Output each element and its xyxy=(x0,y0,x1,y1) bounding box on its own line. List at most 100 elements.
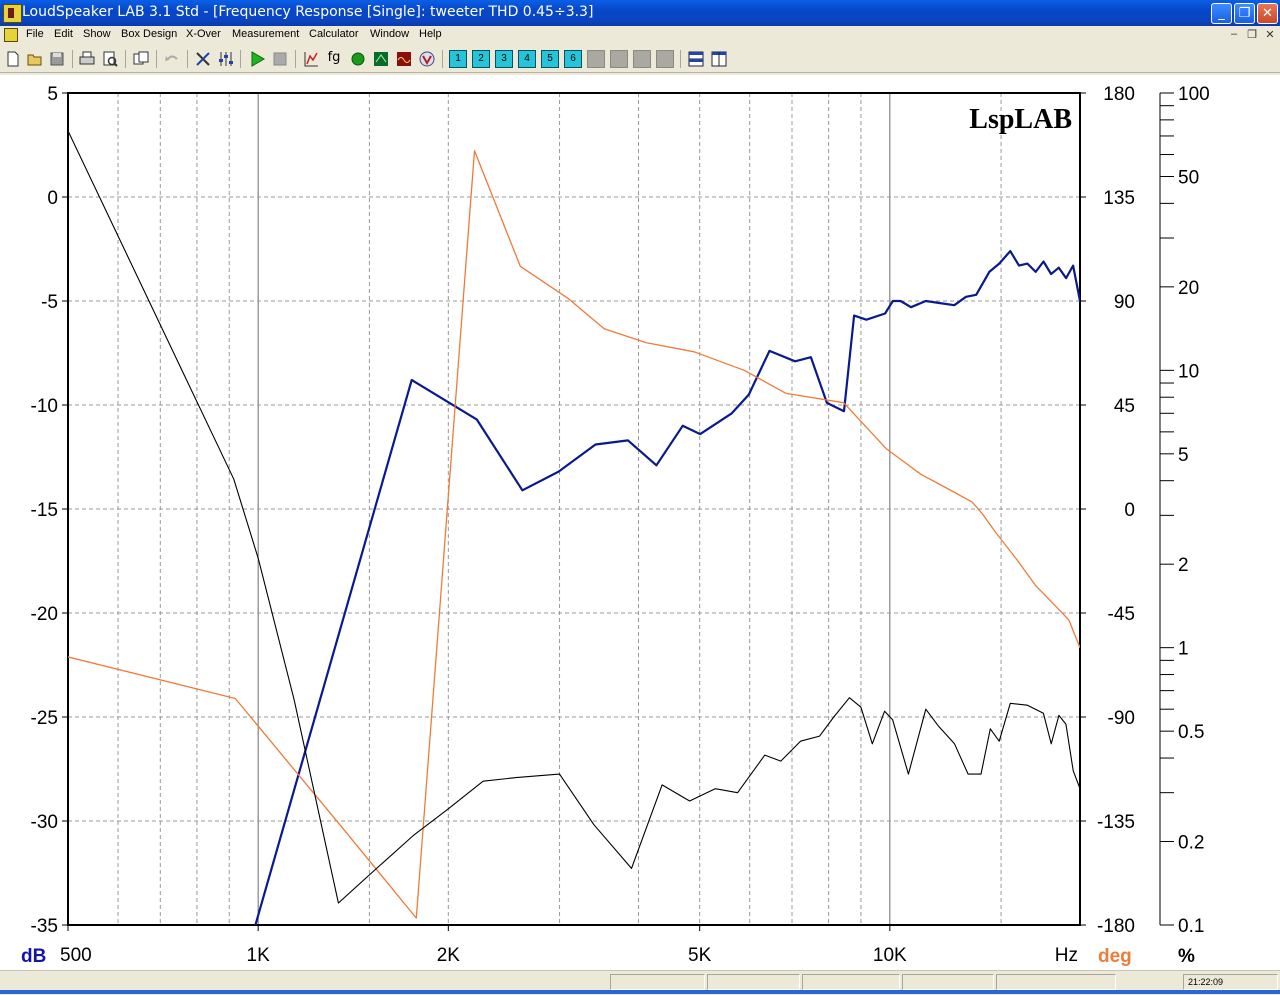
mdi-minimize-button[interactable]: – xyxy=(1226,28,1242,40)
db-tick-label: -35 xyxy=(31,916,58,937)
scope-icon[interactable] xyxy=(372,50,390,68)
toolbar-separator xyxy=(72,50,73,68)
menu-window[interactable]: Window xyxy=(370,28,409,40)
menu-box-design[interactable]: Box Design xyxy=(121,28,177,40)
deg-unit-label: deg xyxy=(1098,946,1132,967)
window-title: LoudSpeaker LAB 3.1 Std - [Frequency Res… xyxy=(22,4,594,20)
spectrum-icon[interactable] xyxy=(395,50,413,68)
menu-x-over[interactable]: X-Over xyxy=(186,28,221,40)
window-border xyxy=(0,990,1280,994)
restore-button[interactable]: ❐ xyxy=(1234,3,1255,24)
x-tick-label: 5K xyxy=(688,945,712,966)
db-tick-label: 0 xyxy=(47,188,58,209)
pct-tick-label: 50 xyxy=(1178,167,1199,188)
preset-10-button[interactable] xyxy=(656,50,674,68)
db-tick-label: -10 xyxy=(31,396,58,417)
deg-tick-label: -135 xyxy=(1097,812,1135,833)
chart-svg: 50-5-10-15-20-25-30-3518013590450-45-90-… xyxy=(21,84,1210,967)
copy-icon[interactable] xyxy=(132,50,150,68)
toolbar: fg 1 2 3 4 5 6 xyxy=(0,46,1280,73)
undo-icon[interactable] xyxy=(163,50,181,68)
x-tick-label: 1K xyxy=(247,945,271,966)
x-tick-label: 500 xyxy=(60,945,92,966)
document-icon[interactable] xyxy=(4,28,18,42)
pct-tick-label: 0.1 xyxy=(1178,916,1204,937)
preset-9-button[interactable] xyxy=(633,50,651,68)
toolbar-separator xyxy=(442,50,443,68)
mixer-icon[interactable] xyxy=(217,50,235,68)
deg-tick-label: 0 xyxy=(1124,500,1135,521)
db-unit-label: dB xyxy=(21,946,46,967)
toolbar-separator xyxy=(240,50,241,68)
preset-7-button[interactable] xyxy=(587,50,605,68)
close-button[interactable]: ✕ xyxy=(1257,3,1278,24)
deg-tick-label: 45 xyxy=(1114,396,1135,417)
menu-edit[interactable]: Edit xyxy=(54,28,73,40)
menu-calculator[interactable]: Calculator xyxy=(309,28,359,40)
preset-1-button[interactable]: 1 xyxy=(449,50,467,68)
mdi-restore-button[interactable]: ❐ xyxy=(1244,28,1260,41)
status-cell xyxy=(610,974,705,990)
db-tick-label: -30 xyxy=(31,812,58,833)
x-tick-label: 2K xyxy=(437,945,461,966)
pct-unit-label: % xyxy=(1178,946,1195,967)
v-meter-icon[interactable] xyxy=(418,50,436,68)
green-dot-icon[interactable] xyxy=(349,50,367,68)
minimize-button[interactable]: _ xyxy=(1211,3,1232,24)
db-tick-label: 5 xyxy=(47,84,58,105)
stop-icon[interactable] xyxy=(271,50,289,68)
pct-tick-label: 1 xyxy=(1178,639,1189,660)
menu-file[interactable]: File xyxy=(26,28,44,40)
save-icon[interactable] xyxy=(48,50,66,68)
watermark-label: LspLAB xyxy=(969,104,1072,135)
pct-tick-label: 0.5 xyxy=(1178,722,1204,743)
menu-bar: File Edit Show Box Design X-Over Measure… xyxy=(0,26,1280,45)
preset-4-button[interactable]: 4 xyxy=(518,50,536,68)
pct-tick-label: 0.2 xyxy=(1178,833,1204,854)
fg-button[interactable]: fg xyxy=(325,50,343,68)
menu-show[interactable]: Show xyxy=(83,28,111,40)
x-tick-label: 10K xyxy=(873,945,907,966)
title-bar: LoudSpeaker LAB 3.1 Std - [Frequency Res… xyxy=(0,0,1280,26)
frequency-response-chart[interactable]: 5 0 -5 -10 -15 -20 -25 -30 -35 180 135 90 45 0 -45 -90-… xyxy=(0,75,1280,970)
status-cell xyxy=(802,974,900,990)
db-tick-label: -20 xyxy=(31,604,58,625)
toolbar-separator xyxy=(187,50,188,68)
pct-tick-label: 100 xyxy=(1178,84,1210,105)
print-preview-icon[interactable] xyxy=(101,50,119,68)
toolbar-separator xyxy=(125,50,126,68)
preset-6-button[interactable]: 6 xyxy=(564,50,582,68)
lin-log-graph-icon[interactable] xyxy=(302,50,320,68)
status-time: 21:22:09 xyxy=(1183,974,1278,990)
status-cell xyxy=(996,974,1116,990)
toolbar-separator xyxy=(680,50,681,68)
deg-tick-label: 90 xyxy=(1114,292,1135,313)
db-tick-label: -25 xyxy=(31,708,58,729)
app-icon xyxy=(3,4,22,23)
pct-tick-label: 10 xyxy=(1178,361,1199,382)
open-folder-icon[interactable] xyxy=(26,50,44,68)
preset-8-button[interactable] xyxy=(610,50,628,68)
print-icon[interactable] xyxy=(78,50,96,68)
deg-tick-label: -180 xyxy=(1097,916,1135,937)
status-cell xyxy=(902,974,994,990)
mdi-close-button[interactable]: ✕ xyxy=(1262,28,1278,41)
deg-tick-label: 180 xyxy=(1103,84,1135,105)
tile-horizontal-icon[interactable] xyxy=(687,50,705,68)
tools-icon[interactable] xyxy=(194,50,212,68)
play-icon[interactable] xyxy=(248,50,266,68)
menu-measurement[interactable]: Measurement xyxy=(232,28,299,40)
pct-tick-label: 20 xyxy=(1178,278,1199,299)
new-file-icon[interactable] xyxy=(4,50,22,68)
deg-tick-label: -45 xyxy=(1108,604,1135,625)
toolbar-separator xyxy=(156,50,157,68)
preset-5-button[interactable]: 5 xyxy=(541,50,559,68)
menu-help[interactable]: Help xyxy=(419,28,442,40)
x-unit-label: Hz xyxy=(1055,945,1078,966)
deg-tick-label: -90 xyxy=(1108,708,1135,729)
deg-tick-label: 135 xyxy=(1103,188,1135,209)
tile-vertical-icon[interactable] xyxy=(710,50,728,68)
db-tick-label: -5 xyxy=(41,292,58,313)
preset-3-button[interactable]: 3 xyxy=(495,50,513,68)
preset-2-button[interactable]: 2 xyxy=(472,50,490,68)
